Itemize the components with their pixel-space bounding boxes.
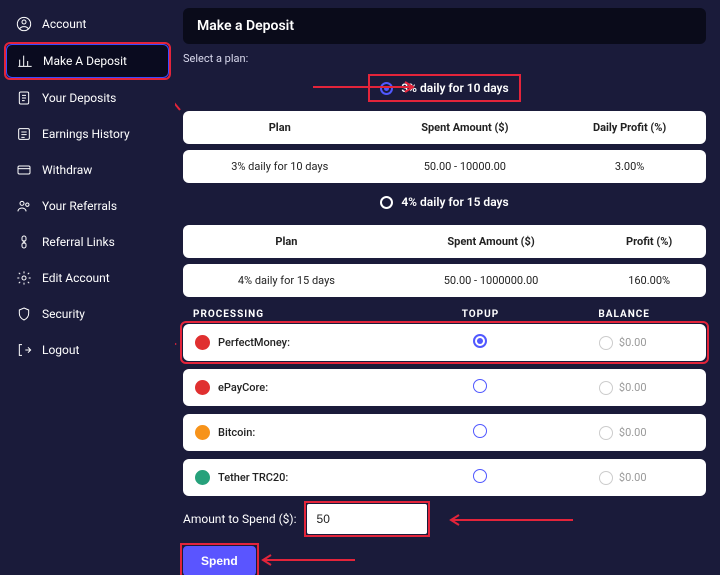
proc-name: Bitcoin: xyxy=(218,426,255,439)
list-icon xyxy=(16,126,32,142)
table-row: 4% daily for 15 days 50.00 - 1000000.00 … xyxy=(183,264,706,297)
sidebar-item-label: Your Referrals xyxy=(42,199,117,213)
annotation-arrow xyxy=(175,45,185,115)
sidebar-item-label: Earnings History xyxy=(42,127,130,141)
plan-radio-row-2: 4% daily for 15 days xyxy=(183,189,706,219)
annotation-arrow xyxy=(313,81,423,93)
radio-icon[interactable] xyxy=(599,426,613,440)
sidebar-item-edit-account[interactable]: Edit Account xyxy=(6,262,169,294)
td-profit: 160.00% xyxy=(592,264,706,297)
proc-balance: $0.00 xyxy=(619,381,647,394)
amount-row: Amount to Spend ($): xyxy=(183,504,706,534)
radio-icon[interactable] xyxy=(473,424,487,438)
sidebar-item-earnings-history[interactable]: Earnings History xyxy=(6,118,169,150)
amount-label: Amount to Spend ($): xyxy=(183,512,297,526)
sidebar-item-label: Your Deposits xyxy=(42,91,116,105)
card-icon xyxy=(16,162,32,178)
proc-name: PerfectMoney: xyxy=(218,336,290,349)
annotation-arrow xyxy=(443,514,573,526)
radio-icon[interactable] xyxy=(599,381,613,395)
proc-row-perfectmoney[interactable]: PerfectMoney: $0.00 xyxy=(183,324,706,361)
th-profit: Profit (%) xyxy=(592,225,706,258)
processing-header: PROCESSING TOPUP BALANCE xyxy=(183,303,706,324)
user-circle-icon xyxy=(16,16,32,32)
radio-icon[interactable] xyxy=(599,336,613,350)
plan-table-1: Plan Spent Amount ($) Daily Profit (%) 3… xyxy=(183,105,706,189)
td-plan: 3% daily for 10 days xyxy=(183,150,376,183)
proc-row-tether[interactable]: Tether TRC20: $0.00 xyxy=(183,459,706,496)
page-subtitle: Select a plan: xyxy=(183,52,706,65)
amount-input[interactable] xyxy=(307,504,427,534)
table-header-row: Plan Spent Amount ($) Profit (%) xyxy=(183,225,706,258)
sidebar-item-label: Make A Deposit xyxy=(43,54,127,68)
main-content: Make a Deposit Select a plan: 3% daily f… xyxy=(175,0,720,575)
sidebar-item-your-referrals[interactable]: Your Referrals xyxy=(6,190,169,222)
sidebar: Account Make A Deposit Your Deposits Ear… xyxy=(0,0,175,575)
sidebar-item-security[interactable]: Security xyxy=(6,298,169,330)
th-plan: Plan xyxy=(183,111,376,144)
sidebar-item-label: Withdraw xyxy=(42,163,92,177)
plan-radio-2[interactable]: 4% daily for 15 days xyxy=(374,193,514,211)
sidebar-item-label: Logout xyxy=(42,343,79,357)
td-spent: 50.00 - 1000000.00 xyxy=(390,264,592,297)
shield-icon xyxy=(16,306,32,322)
th-spent: Spent Amount ($) xyxy=(390,225,592,258)
bitcoin-icon xyxy=(195,425,210,440)
users-icon xyxy=(16,198,32,214)
page-title: Make a Deposit xyxy=(183,8,706,44)
proc-balance: $0.00 xyxy=(619,426,647,439)
proc-balance: $0.00 xyxy=(619,471,647,484)
spend-button[interactable]: Spend xyxy=(183,546,256,575)
tether-icon xyxy=(195,470,210,485)
annotation-arrow xyxy=(175,338,183,350)
proc-row-epaycore[interactable]: ePayCore: $0.00 xyxy=(183,369,706,406)
radio-icon[interactable] xyxy=(473,334,487,348)
logout-icon xyxy=(16,342,32,358)
radio-icon[interactable] xyxy=(473,379,487,393)
th-spent: Spent Amount ($) xyxy=(376,111,553,144)
th-plan: Plan xyxy=(183,225,390,258)
th-profit: Daily Profit (%) xyxy=(553,111,706,144)
link-icon xyxy=(16,234,32,250)
sidebar-item-referral-links[interactable]: Referral Links xyxy=(6,226,169,258)
sidebar-item-label: Referral Links xyxy=(42,235,115,249)
processing-rows: PerfectMoney: $0.00 ePayCore: $0.00 Bitc… xyxy=(183,324,706,496)
plan-radio-row-1: 3% daily for 10 days xyxy=(183,75,706,105)
radio-icon[interactable] xyxy=(473,469,487,483)
table-header-row: Plan Spent Amount ($) Daily Profit (%) xyxy=(183,111,706,144)
sidebar-item-withdraw[interactable]: Withdraw xyxy=(6,154,169,186)
sidebar-item-account[interactable]: Account xyxy=(6,8,169,40)
document-icon xyxy=(16,90,32,106)
plan-radio-label: 4% daily for 15 days xyxy=(401,195,508,209)
sidebar-item-logout[interactable]: Logout xyxy=(6,334,169,366)
proc-name: Tether TRC20: xyxy=(218,471,288,484)
proc-header-topup: TOPUP xyxy=(409,309,553,320)
proc-header-processing: PROCESSING xyxy=(193,309,409,320)
td-spent: 50.00 - 10000.00 xyxy=(376,150,553,183)
gear-icon xyxy=(16,270,32,286)
sidebar-item-label: Edit Account xyxy=(42,271,110,285)
plan-table-2: Plan Spent Amount ($) Profit (%) 4% dail… xyxy=(183,219,706,303)
td-plan: 4% daily for 15 days xyxy=(183,264,390,297)
radio-icon xyxy=(380,196,393,209)
sidebar-item-label: Security xyxy=(42,307,85,321)
proc-balance: $0.00 xyxy=(619,336,647,349)
radio-icon[interactable] xyxy=(599,471,613,485)
sidebar-item-your-deposits[interactable]: Your Deposits xyxy=(6,82,169,114)
proc-header-balance: BALANCE xyxy=(552,309,696,320)
proc-row-bitcoin[interactable]: Bitcoin: $0.00 xyxy=(183,414,706,451)
table-row: 3% daily for 10 days 50.00 - 10000.00 3.… xyxy=(183,150,706,183)
sidebar-item-make-deposit[interactable]: Make A Deposit xyxy=(6,44,169,78)
td-profit: 3.00% xyxy=(553,150,706,183)
bar-chart-icon xyxy=(17,53,33,69)
epaycore-icon xyxy=(195,380,210,395)
perfectmoney-icon xyxy=(195,335,210,350)
annotation-arrow xyxy=(255,554,355,566)
sidebar-item-label: Account xyxy=(42,17,86,31)
proc-name: ePayCore: xyxy=(218,381,268,394)
